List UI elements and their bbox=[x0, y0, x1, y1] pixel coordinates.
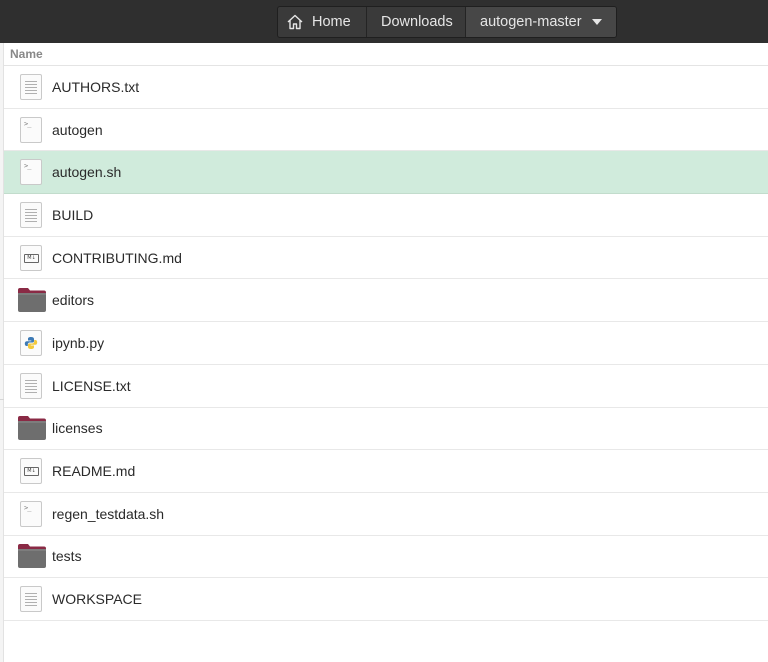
folder-icon bbox=[18, 416, 46, 441]
file-row-licenses[interactable]: licenses bbox=[4, 408, 768, 451]
python-file-icon bbox=[20, 329, 42, 356]
file-row-readme-md[interactable]: README.md bbox=[4, 450, 768, 493]
file-row-regen-testdata-sh[interactable]: regen_testdata.sh bbox=[4, 493, 768, 536]
breadcrumb-downloads[interactable]: Downloads bbox=[367, 7, 466, 37]
text-file-icon bbox=[20, 201, 42, 228]
file-name: AUTHORS.txt bbox=[52, 78, 140, 95]
column-header-name[interactable]: Name bbox=[4, 43, 768, 66]
file-name: editors bbox=[52, 292, 95, 309]
file-name: WORKSPACE bbox=[52, 591, 142, 608]
file-row-autogen-sh[interactable]: autogen.sh bbox=[4, 151, 768, 195]
breadcrumb-autogen-master[interactable]: autogen-master bbox=[466, 7, 616, 37]
script-file-icon bbox=[20, 159, 42, 186]
file-row-tests[interactable]: tests bbox=[4, 536, 768, 579]
file-row-contributing-md[interactable]: CONTRIBUTING.md bbox=[4, 237, 768, 280]
header-bar: Home Downloads autogen-master bbox=[0, 0, 768, 43]
file-row-workspace[interactable]: WORKSPACE bbox=[4, 578, 768, 621]
chevron-down-icon[interactable] bbox=[592, 19, 602, 25]
text-file-icon bbox=[20, 372, 42, 399]
file-name: licenses bbox=[52, 420, 103, 437]
file-name: autogen.sh bbox=[52, 164, 122, 181]
file-name: regen_testdata.sh bbox=[52, 505, 165, 522]
file-name: LICENSE.txt bbox=[52, 377, 131, 394]
file-name: ipynb.py bbox=[52, 334, 105, 351]
breadcrumb-home[interactable]: Home bbox=[278, 7, 367, 37]
file-name: CONTRIBUTING.md bbox=[52, 249, 182, 266]
column-header-label: Name bbox=[10, 47, 43, 61]
script-file-icon bbox=[20, 500, 42, 527]
breadcrumb-label: autogen-master bbox=[480, 14, 582, 30]
breadcrumb-label: Home bbox=[312, 14, 351, 30]
file-name: tests bbox=[52, 548, 82, 565]
file-name: README.md bbox=[52, 463, 136, 480]
breadcrumb: Home Downloads autogen-master bbox=[277, 6, 617, 38]
file-row-ipynb-py[interactable]: ipynb.py bbox=[4, 322, 768, 365]
file-row-autogen[interactable]: autogen bbox=[4, 109, 768, 152]
file-row-license-txt[interactable]: LICENSE.txt bbox=[4, 365, 768, 408]
file-row-editors[interactable]: editors bbox=[4, 279, 768, 323]
markdown-file-icon bbox=[20, 458, 42, 485]
markdown-file-icon bbox=[20, 244, 42, 271]
file-name: autogen bbox=[52, 121, 103, 138]
file-row-build[interactable]: BUILD bbox=[4, 194, 768, 237]
file-list: Name AUTHORS.txt autogen autogen.sh BUIL… bbox=[4, 43, 768, 662]
folder-icon bbox=[18, 544, 46, 569]
text-file-icon bbox=[20, 586, 42, 613]
home-icon bbox=[286, 13, 304, 31]
file-row-authors-txt[interactable]: AUTHORS.txt bbox=[4, 66, 768, 109]
folder-icon bbox=[18, 288, 46, 313]
file-name: BUILD bbox=[52, 206, 94, 223]
breadcrumb-label: Downloads bbox=[381, 14, 453, 30]
text-file-icon bbox=[20, 73, 42, 100]
script-file-icon bbox=[20, 116, 42, 143]
